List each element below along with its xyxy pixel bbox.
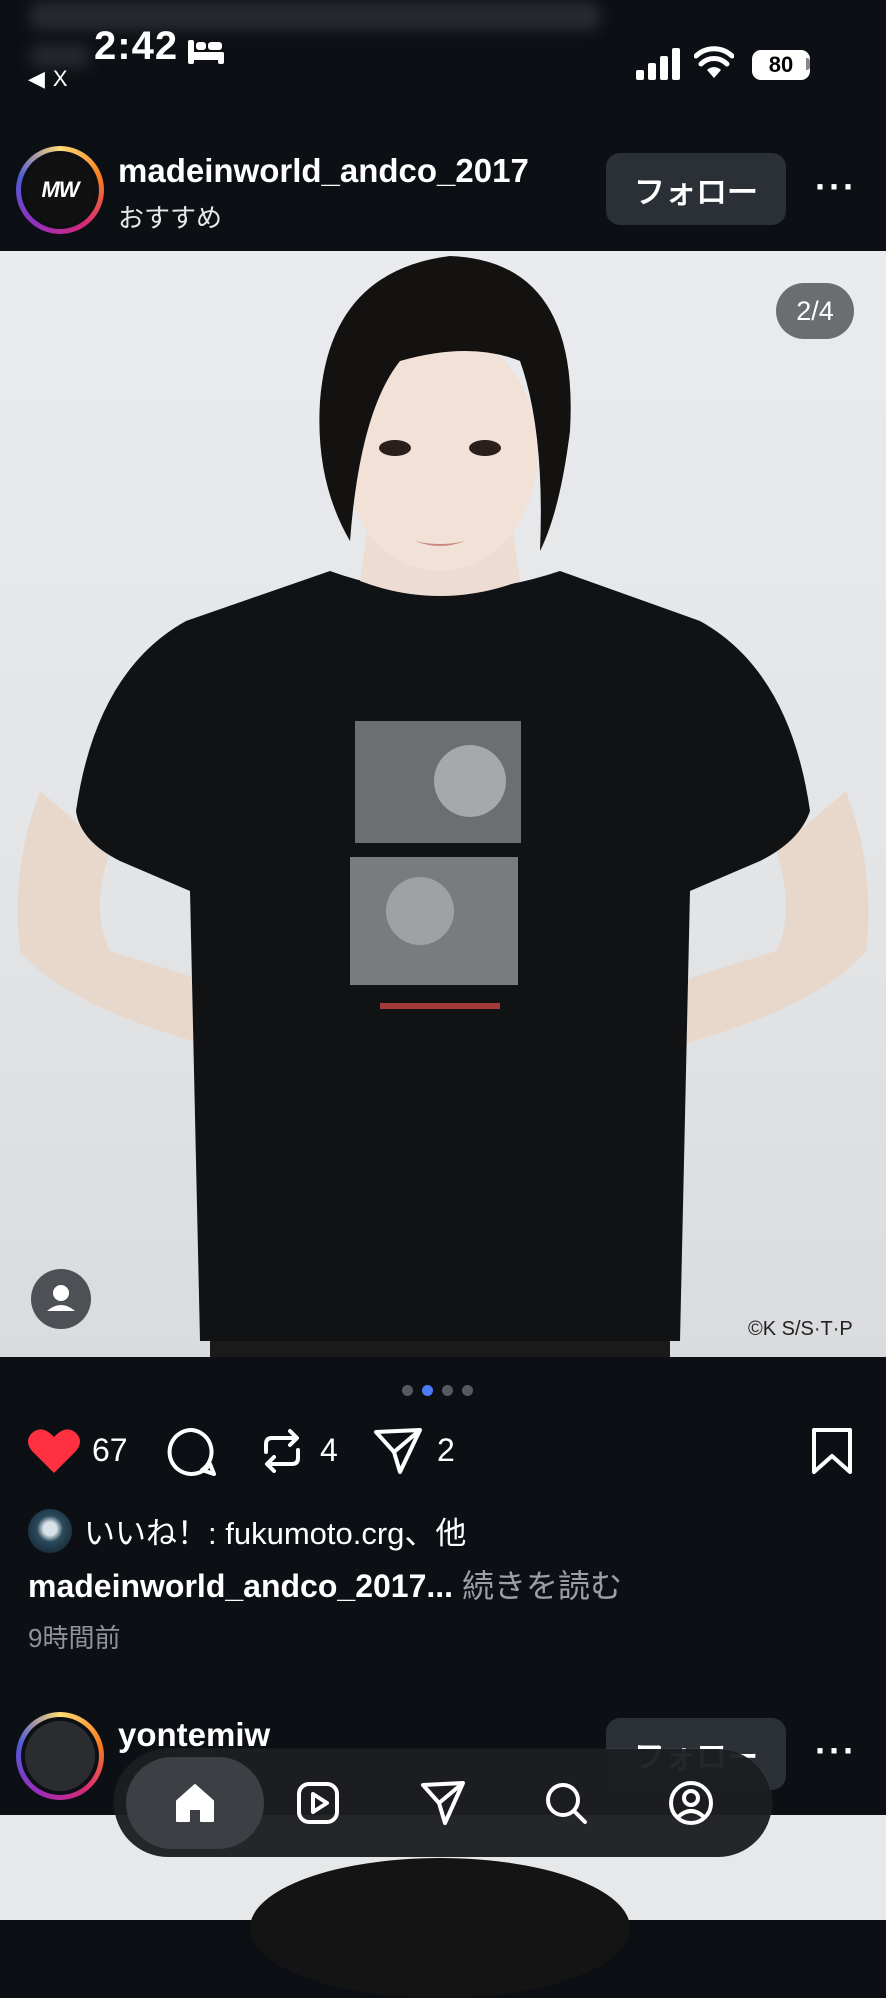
home-icon[interactable] (171, 1779, 219, 1827)
repost-icon[interactable] (258, 1426, 306, 1476)
sleep-focus-icon (188, 40, 224, 64)
carousel-dot (462, 1385, 473, 1396)
carousel-dot-active (422, 1385, 433, 1396)
comment-icon[interactable] (166, 1426, 218, 1478)
like-count[interactable]: 67 (92, 1432, 128, 1469)
cellular-signal-icon (636, 48, 680, 80)
direct-send-icon[interactable] (419, 1779, 467, 1827)
share-count[interactable]: 2 (437, 1432, 455, 1469)
search-icon[interactable] (542, 1779, 590, 1827)
model-tshirt-photo (17, 256, 869, 1357)
send-icon[interactable] (372, 1426, 424, 1476)
post-subtitle: おすすめ (118, 203, 223, 233)
next-post-avatar[interactable] (16, 1712, 104, 1800)
clock: 2:42 (94, 24, 179, 68)
battery-tip (806, 58, 810, 70)
carousel-dot (402, 1385, 413, 1396)
likes-summary[interactable]: いいね！: fukumoto.crg、他 (28, 1508, 466, 1553)
more-options-icon[interactable]: ··· (815, 166, 857, 208)
avatar-logo: MW (25, 155, 95, 225)
battery-level: 80 (768, 52, 794, 77)
post-image[interactable] (0, 251, 886, 1357)
caption[interactable]: madeinworld_andco_2017... 続きを読む (28, 1561, 622, 1607)
liker-avatar (28, 1508, 72, 1553)
back-triangle-icon: ◀ (28, 66, 45, 91)
next-post-image-hair (250, 1858, 630, 1998)
status-bar: 2:42 ◀ X 80 (0, 0, 886, 100)
caption-username: madeinworld_andco_2017... (28, 1568, 454, 1604)
back-app-label: X (52, 66, 68, 91)
post-username[interactable]: madeinworld_andco_2017 (118, 152, 529, 190)
battery-indicator: 80 (752, 50, 810, 80)
image-copyright: ©K S/S·T·P (748, 1318, 853, 1340)
reels-icon[interactable] (294, 1779, 342, 1827)
carousel-dot (442, 1385, 453, 1396)
back-to-app-link[interactable]: ◀ X (28, 66, 68, 92)
tagged-people-icon[interactable] (31, 1269, 91, 1329)
post-avatar[interactable]: MW (16, 146, 104, 234)
heart-icon[interactable] (26, 1425, 82, 1475)
bookmark-icon[interactable] (810, 1426, 854, 1476)
next-more-options-icon[interactable]: ··· (815, 1730, 857, 1772)
post-timestamp: 9時間前 (28, 1623, 121, 1653)
wifi-icon (694, 46, 734, 78)
profile-icon[interactable] (667, 1779, 715, 1827)
likes-text: いいね！: fukumoto.crg、他 (84, 1516, 467, 1551)
repost-count[interactable]: 4 (320, 1432, 338, 1469)
notification-preview-2 (30, 44, 90, 68)
next-avatar-image (25, 1721, 95, 1791)
read-more-link[interactable]: 続きを読む (462, 1568, 622, 1604)
follow-button[interactable]: フォロー (606, 153, 786, 225)
carousel-indicator (402, 1385, 473, 1396)
image-counter: 2/4 (776, 283, 854, 339)
